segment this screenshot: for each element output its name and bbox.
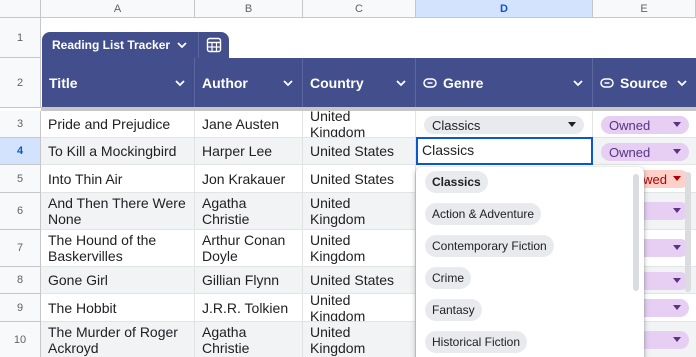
genre-cell-editor[interactable]: Classics <box>416 137 593 165</box>
column-header-d[interactable]: D <box>416 0 593 18</box>
cell-title[interactable]: To Kill a Mockingbird <box>41 138 195 165</box>
chevron-down-icon[interactable] <box>395 77 407 89</box>
dropdown-option[interactable]: Contemporary Fiction <box>425 235 554 257</box>
dropdown-arrow-icon <box>673 208 681 213</box>
row-header-10[interactable]: 10 <box>0 322 41 357</box>
dropdown-option[interactable]: Historical Fiction <box>425 331 528 353</box>
row-header-7[interactable]: 7 <box>0 230 41 267</box>
cell-country[interactable]: United States <box>303 267 416 294</box>
row-header-8[interactable]: 8 <box>0 267 41 294</box>
column-header-a[interactable]: A <box>41 0 195 18</box>
dropdown-option[interactable]: Crime <box>425 267 471 289</box>
source-chip-label: wed <box>643 171 667 187</box>
chevron-down-icon[interactable] <box>174 77 186 89</box>
chevron-down-icon[interactable] <box>282 77 294 89</box>
cell-country[interactable]: United Kingdom <box>303 230 416 267</box>
header-genre-label: Genre <box>443 74 484 91</box>
row-header-2[interactable]: 2 <box>0 58 41 108</box>
cell-title[interactable]: The Hound of the Baskervilles <box>41 230 195 267</box>
cell-title[interactable]: The Murder of Roger Ackroyd <box>41 322 195 357</box>
dropdown-chip-icon <box>423 77 437 88</box>
header-country[interactable]: Country <box>303 58 416 107</box>
row-header-6[interactable]: 6 <box>0 193 41 230</box>
cell-country[interactable]: United States <box>303 138 416 165</box>
chevron-down-icon[interactable] <box>572 77 584 89</box>
genre-chip-label: Classics <box>432 117 481 133</box>
cell-title[interactable]: The Hobbit <box>41 294 195 322</box>
header-genre[interactable]: Genre <box>416 58 593 107</box>
cell-country[interactable]: United Kingdom <box>303 193 416 230</box>
cell-author[interactable]: Agatha Christie <box>195 193 303 230</box>
cell-title[interactable]: Pride and Prejudice <box>41 111 195 138</box>
cell-author[interactable]: Jane Austen <box>195 111 303 138</box>
column-header-c[interactable]: C <box>303 0 416 18</box>
cell-author[interactable]: Harper Lee <box>195 138 303 165</box>
column-header-e[interactable]: E <box>593 0 696 18</box>
source-chip-label: Owned <box>609 144 651 160</box>
dropdown-scrollbar[interactable] <box>633 174 639 291</box>
genre-dropdown-list[interactable]: Classics Action & Adventure Contemporary… <box>416 167 644 357</box>
dropdown-arrow-icon <box>673 337 681 342</box>
row-header-1[interactable]: 1 <box>0 18 41 58</box>
cell-title[interactable]: Into Thin Air <box>41 165 195 193</box>
dropdown-arrow-icon <box>673 122 681 127</box>
dropdown-arrow-icon <box>673 149 681 154</box>
header-author-label: Author <box>202 74 248 91</box>
table-name-tab[interactable]: Reading List Tracker <box>42 32 230 58</box>
table-view-button[interactable] <box>199 32 229 58</box>
dropdown-arrow-icon <box>673 278 681 283</box>
cell-title[interactable]: Gone Girl <box>41 267 195 294</box>
cell-country[interactable]: United Kingdom <box>303 294 416 322</box>
row-header-9[interactable]: 9 <box>0 294 41 322</box>
sheet-vertical-scrollbar[interactable] <box>685 172 691 292</box>
header-title[interactable]: Title <box>42 58 195 107</box>
source-chip-label: Owned <box>609 117 651 133</box>
cell-country[interactable]: United States <box>303 165 416 193</box>
cell-author[interactable]: Arthur Conan Doyle <box>195 230 303 267</box>
dropdown-arrow-icon <box>568 122 576 127</box>
genre-chip[interactable]: Classics <box>424 116 584 134</box>
header-author[interactable]: Author <box>195 58 303 107</box>
table-name-button[interactable]: Reading List Tracker <box>42 32 198 58</box>
cell-author[interactable]: Gillian Flynn <box>195 267 303 294</box>
select-all-corner[interactable] <box>0 0 41 18</box>
cell-author[interactable]: Agatha Christie <box>195 322 303 357</box>
cell-country[interactable]: United Kingdom <box>303 322 416 357</box>
header-source-label: Source <box>620 74 668 91</box>
header-country-label: Country <box>310 74 364 91</box>
source-chip[interactable]: Owned <box>601 143 689 161</box>
dropdown-option[interactable]: Fantasy <box>425 299 482 321</box>
spreadsheet-grid: A B C D E 1 2 3 4 5 6 7 8 9 10 Reading L… <box>0 0 696 357</box>
dropdown-option[interactable]: Action & Adventure <box>425 203 542 225</box>
row-header-4[interactable]: 4 <box>0 138 41 165</box>
dropdown-arrow-icon <box>673 176 681 181</box>
header-source[interactable]: Source <box>593 58 696 107</box>
row-header-5[interactable]: 5 <box>0 165 41 193</box>
chevron-down-icon[interactable] <box>676 77 688 89</box>
dropdown-chip-icon <box>600 77 614 88</box>
cell-author[interactable]: Jon Krakauer <box>195 165 303 193</box>
dropdown-option[interactable]: Classics <box>425 171 488 193</box>
cell-title[interactable]: And Then There Were None <box>41 193 195 230</box>
column-header-b[interactable]: B <box>195 0 303 18</box>
header-title-label: Title <box>49 74 78 91</box>
cell-country[interactable]: United Kingdom <box>303 111 416 138</box>
cell-author[interactable]: J.R.R. Tolkien <box>195 294 303 322</box>
dropdown-arrow-icon <box>673 245 681 250</box>
chevron-down-icon <box>177 42 187 49</box>
table-grid-icon <box>206 37 222 53</box>
genre-editor-value: Classics <box>422 142 475 158</box>
source-chip[interactable]: Owned <box>601 116 689 134</box>
dropdown-arrow-icon <box>673 305 681 310</box>
row-header-3[interactable]: 3 <box>0 111 41 138</box>
table-name-label: Reading List Tracker <box>52 38 171 52</box>
